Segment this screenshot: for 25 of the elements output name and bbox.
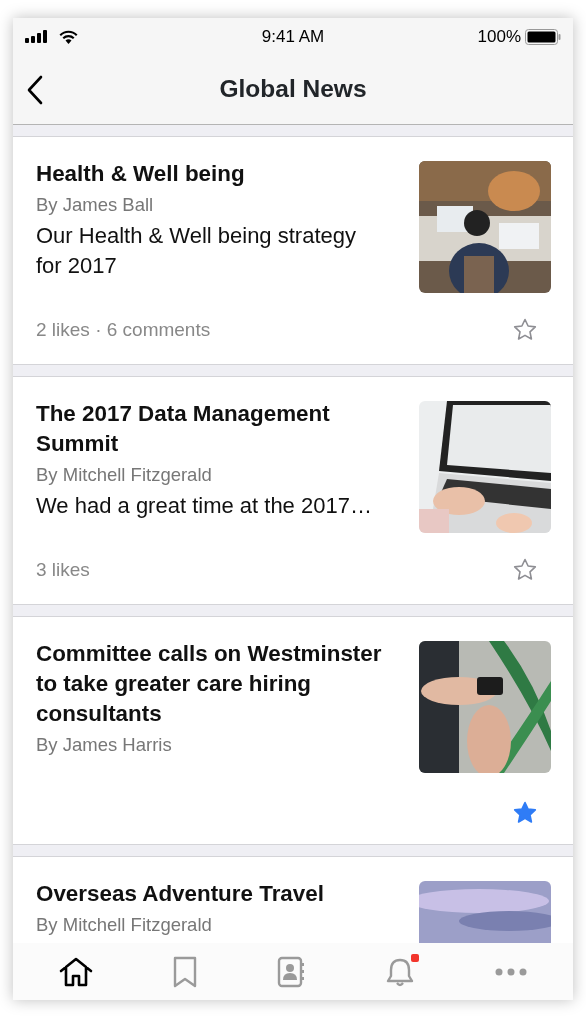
article-title: Committee calls on Westminster to take greater care hiring consultants (36, 640, 383, 728)
article-stats: 3 likes (36, 557, 90, 582)
star-icon[interactable] (513, 558, 537, 582)
article-author: By James Ball (36, 193, 155, 217)
article-card[interactable]: Committee calls on Westminster to take greater care hiring consultants By James Harris (13, 616, 573, 845)
article-author: By Mitchell Fitzgerald (36, 463, 213, 487)
screen-title: Global News (219, 74, 367, 105)
battery-percent: 100% (477, 25, 521, 48)
article-title: Health & Well being (36, 160, 246, 188)
status-time: 9:41 AM (261, 25, 325, 48)
article-snippet: We had a great time at the 2017… (36, 492, 373, 520)
article-title: Overseas Adventure Travel (36, 880, 325, 908)
battery-icon (525, 28, 561, 45)
article-author: By James Harris (36, 733, 173, 757)
article-stats: 2 likes · 6 comments (36, 317, 211, 342)
star-icon[interactable] (513, 318, 537, 342)
article-author: By Mitchell Fitzgerald (36, 913, 213, 937)
article-card[interactable]: Overseas Adventure Travel By Mitchell Fitzgerald (13, 856, 573, 943)
starred-icon[interactable] (513, 801, 537, 824)
article-card[interactable]: Health & Well being By James Ball Our Health & Well being strategy for 2017 2 likes · 6 comments (13, 136, 573, 365)
article-snippet: Our Health & Well being strategy for 2017 (36, 222, 357, 280)
article-title: The 2017 Data Management Summit (36, 400, 331, 458)
signal-icon (25, 30, 50, 43)
wifi-icon (58, 29, 79, 44)
article-card[interactable]: The 2017 Data Management Summit By Mitchell Fitzgerald We had a great time at the 2017… 3 likes (13, 376, 573, 605)
